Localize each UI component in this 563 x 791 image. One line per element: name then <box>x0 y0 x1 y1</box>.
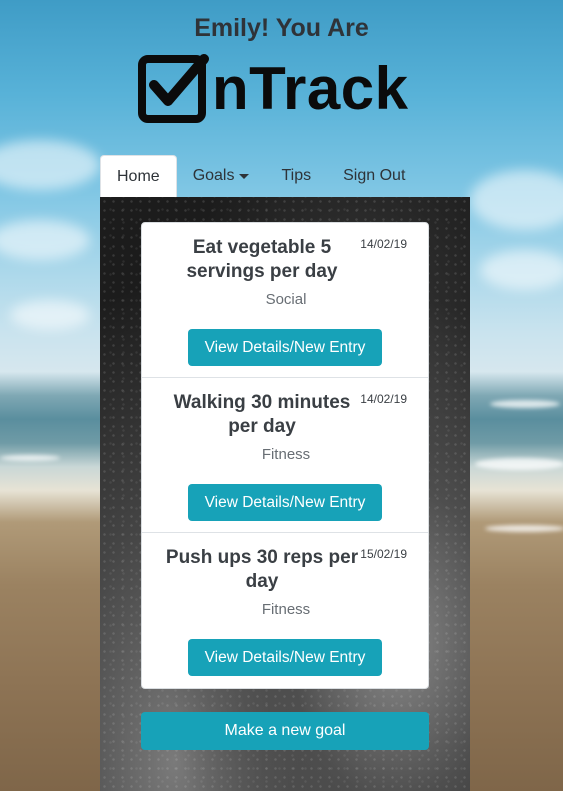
goal-category: Fitness <box>261 601 311 618</box>
tab-goals-label: Goals <box>192 167 235 184</box>
background-wave <box>485 525 563 532</box>
view-details-button[interactable]: View Details/New Entry <box>188 484 382 521</box>
goal-list: Eat vegetable 5 servings per day 14/02/1… <box>141 222 429 689</box>
background-cloud <box>10 300 90 330</box>
goal-date: 14/02/19 <box>360 237 407 251</box>
background-cloud <box>0 220 90 260</box>
background-wave <box>490 400 560 408</box>
logo-text: nTrack <box>212 55 409 122</box>
tab-goals-dropdown[interactable]: Goals <box>177 155 266 197</box>
goal-card: Walking 30 minutes per day 14/02/19 Fitn… <box>142 378 428 533</box>
goal-category: Social <box>265 291 307 308</box>
background-cloud <box>0 140 100 190</box>
background-cloud <box>470 170 563 230</box>
greeting-heading: Emily! You Are <box>194 14 369 42</box>
background-wave <box>475 458 563 470</box>
tab-tips[interactable]: Tips <box>265 155 327 197</box>
background-cloud <box>480 250 563 290</box>
ontrack-logo: nTrack <box>138 52 408 126</box>
tab-sign-out[interactable]: Sign Out <box>327 155 421 197</box>
goal-date: 14/02/19 <box>360 392 407 406</box>
checkbox-check-icon <box>138 54 209 123</box>
caret-down-icon <box>239 173 250 179</box>
goal-card: Push ups 30 reps per day 15/02/19 Fitnes… <box>142 533 428 688</box>
tab-home[interactable]: Home <box>100 155 177 197</box>
view-details-button[interactable]: View Details/New Entry <box>188 329 382 366</box>
background-wave <box>0 455 60 461</box>
goal-card: Eat vegetable 5 servings per day 14/02/1… <box>142 223 428 378</box>
view-details-button[interactable]: View Details/New Entry <box>188 639 382 676</box>
goal-category: Fitness <box>261 446 311 463</box>
main-nav: Home Goals Tips Sign Out <box>100 155 421 197</box>
goal-date: 15/02/19 <box>360 547 407 561</box>
make-new-goal-button[interactable]: Make a new goal <box>141 712 429 750</box>
